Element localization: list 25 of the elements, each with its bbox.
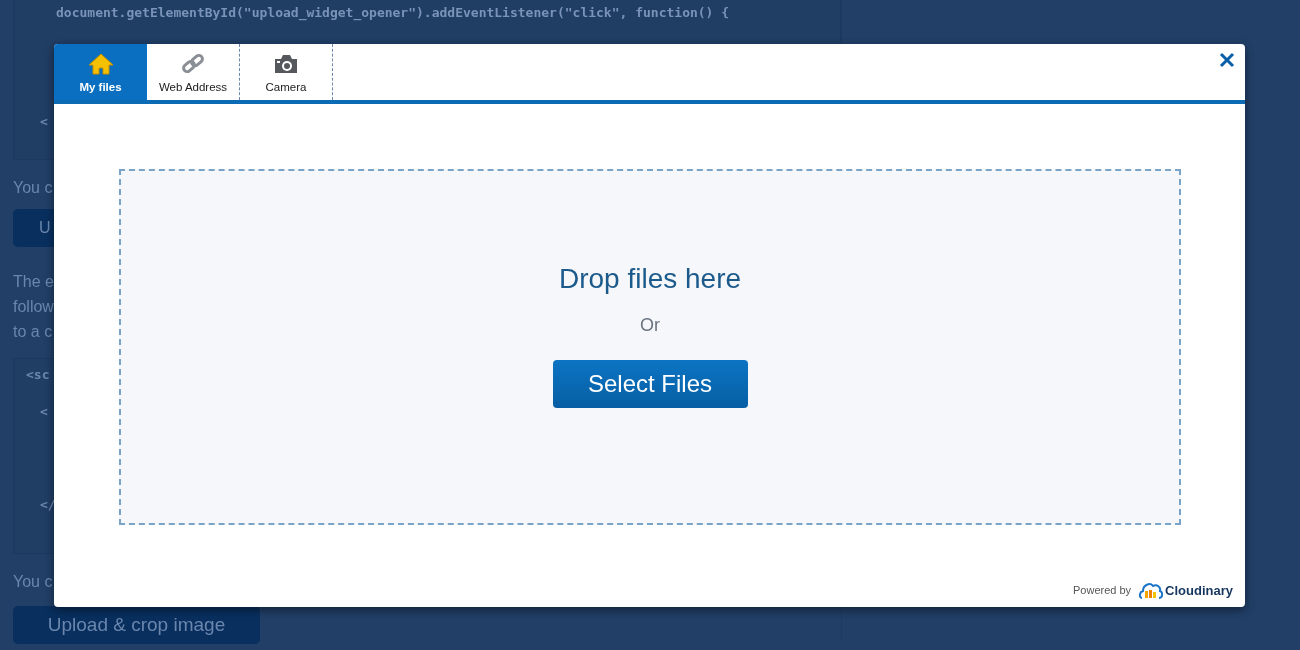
code-line: <sc xyxy=(26,367,51,382)
code-line: document.getElementById("upload_widget_opener").addEventListener("click", function() { xyxy=(55,5,731,20)
brand-name: Cloudinary xyxy=(1165,582,1233,598)
separator-text: Or xyxy=(640,315,660,336)
drop-title: Drop files here xyxy=(558,263,742,295)
upload-crop-button[interactable]: Upload & crop image xyxy=(13,606,260,644)
tab[interactable]: My files xyxy=(54,44,147,100)
paragraph-line: The e xyxy=(13,272,54,292)
camera-icon xyxy=(273,52,299,76)
paragraph-text: You c xyxy=(13,573,53,591)
code-line: < xyxy=(39,114,49,129)
cloud-icon xyxy=(1139,581,1164,599)
tab[interactable]: Web Address xyxy=(147,44,240,100)
paragraph-line: follow xyxy=(13,297,54,317)
code-line: </ xyxy=(39,497,57,512)
select-files-button[interactable]: Select Files xyxy=(552,360,748,408)
paragraph-line: to a c xyxy=(13,322,53,342)
paragraph-text: You c xyxy=(13,179,53,197)
chain-link-icon xyxy=(180,52,206,76)
drop-zone[interactable]: Drop files here Or Select Files xyxy=(119,169,1181,525)
close-icon[interactable] xyxy=(1217,50,1237,70)
tab[interactable]: Camera xyxy=(240,44,333,100)
code-line: < xyxy=(39,404,49,419)
powered-by-text: Powered by xyxy=(1073,584,1132,596)
house-icon xyxy=(87,52,114,76)
